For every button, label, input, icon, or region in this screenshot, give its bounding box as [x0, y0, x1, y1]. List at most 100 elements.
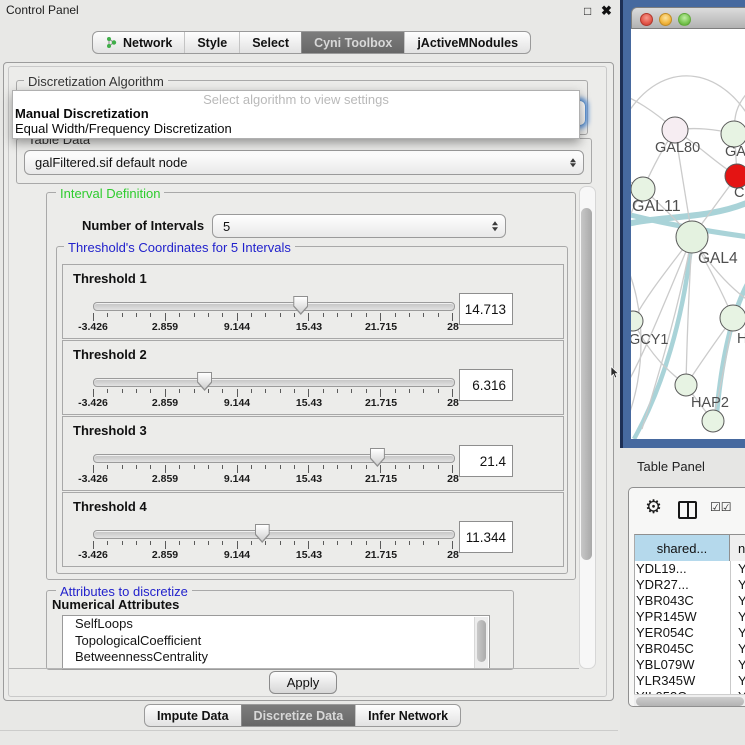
table-row[interactable]: YBL079WYBL0: [635, 657, 745, 673]
numerical-attributes-list[interactable]: SelfLoopsTopologicalCoefficientBetweenne…: [62, 615, 490, 670]
close-window-icon[interactable]: ✖: [601, 3, 612, 19]
network-node-label: GCY1: [631, 332, 669, 348]
threshold-panel: Threshold 2 -3.4262.8599.14415.4321.7152…: [62, 340, 564, 415]
threshold-value-field[interactable]: 6.316: [459, 369, 513, 401]
table-row[interactable]: YDL19...YDL1: [635, 561, 745, 577]
select-columns-checkboxes-icon[interactable]: ☑☑: [710, 500, 732, 514]
tab-infer-network[interactable]: Infer Network: [355, 705, 460, 726]
tab-impute-data[interactable]: Impute Data: [145, 705, 241, 726]
attributes-scrollbar-thumb[interactable]: [477, 620, 486, 662]
slider-track[interactable]: [93, 302, 455, 311]
threshold-value-field[interactable]: 14.713: [459, 293, 513, 325]
cell-shared-name[interactable]: YER054C: [635, 625, 731, 641]
number-of-intervals-combo[interactable]: 5: [212, 214, 506, 238]
threshold-value-field[interactable]: 21.4: [459, 445, 513, 477]
cell-name[interactable]: YBR0: [731, 593, 745, 609]
window-bottom-edge: [0, 730, 618, 731]
threshold-label: Threshold 2: [73, 347, 147, 362]
table-hscrollbar-thumb[interactable]: [636, 697, 744, 706]
column-header-name[interactable]: n: [730, 535, 745, 561]
cell-shared-name[interactable]: YBL079W: [635, 657, 731, 673]
table-row[interactable]: YBR043CYBR0: [635, 593, 745, 609]
cell-name[interactable]: YLR3: [731, 673, 745, 689]
slider-ticks: [93, 465, 453, 473]
mouse-cursor-icon: [610, 366, 620, 379]
tab-label: Network: [123, 36, 172, 50]
combo-arrows-icon: [570, 158, 576, 168]
cell-shared-name[interactable]: YDR27...: [635, 577, 731, 593]
thresholds-group-title: Threshold's Coordinates for 5 Intervals: [64, 240, 295, 255]
network-window-titlebar[interactable]: [631, 7, 745, 29]
network-node-hap2[interactable]: [675, 374, 697, 396]
network-node-label: GAL11: [632, 198, 681, 215]
cell-name[interactable]: YDR2: [731, 577, 745, 593]
algorithm-option-equal-width[interactable]: Equal Width/Frequency Discretization: [15, 121, 577, 136]
cell-name[interactable]: YDL1: [731, 561, 745, 577]
tab-discretize-data[interactable]: Discretize Data: [241, 705, 356, 726]
table-settings-gear-icon[interactable]: ⚙: [645, 496, 662, 519]
table-row[interactable]: YDR27...YDR2: [635, 577, 745, 593]
tab-style[interactable]: Style: [184, 32, 239, 53]
minimize-traffic-light-icon[interactable]: [659, 13, 672, 26]
slider-ticks: [93, 389, 453, 397]
tick-label: 15.43: [296, 397, 322, 409]
threshold-label: Threshold 3: [73, 423, 147, 438]
tab-label: Impute Data: [157, 709, 229, 723]
cell-name[interactable]: YPR1: [731, 609, 745, 625]
zoom-traffic-light-icon[interactable]: [678, 13, 691, 26]
network-edge[interactable]: [631, 76, 745, 121]
table-row[interactable]: YPR145WYPR1: [635, 609, 745, 625]
table-row[interactable]: YBR045CYBR0: [635, 641, 745, 657]
attributes-scrollbar-track[interactable]: [474, 617, 488, 668]
column-header-shared-name[interactable]: shared...: [635, 535, 730, 561]
tick-label: 28: [447, 321, 459, 333]
cell-name[interactable]: YBR0: [731, 641, 745, 657]
slider-track[interactable]: [93, 530, 455, 539]
cell-shared-name[interactable]: YDL19...: [635, 561, 731, 577]
close-traffic-light-icon[interactable]: [640, 13, 653, 26]
table-data-combo[interactable]: galFiltered.sif default node: [24, 150, 584, 175]
tab-network[interactable]: Network: [93, 32, 184, 53]
attribute-list-item[interactable]: TopologicalCoefficient: [63, 633, 489, 650]
network-node-label: H: [737, 331, 745, 347]
tab-cyni-toolbox[interactable]: Cyni Toolbox: [301, 32, 404, 53]
tick-label: 15.43: [296, 549, 322, 561]
control-panel-tabbar: Network StyleSelectCyni ToolboxjActiveMNo…: [92, 31, 531, 54]
slider-ticks: [93, 541, 453, 549]
tab-select[interactable]: Select: [239, 32, 301, 53]
tab-label: Discretize Data: [254, 709, 344, 723]
float-window-icon[interactable]: □: [584, 4, 591, 18]
network-node-gal4[interactable]: [676, 221, 708, 253]
tick-label: 2.859: [152, 549, 178, 561]
table-data-combo-value: galFiltered.sif default node: [35, 155, 187, 170]
table-row[interactable]: YLR345WYLR3: [635, 673, 745, 689]
tab-jactivemnodules[interactable]: jActiveMNodules: [404, 32, 530, 53]
panel-scrollbar-thumb[interactable]: [581, 208, 592, 560]
apply-button[interactable]: Apply: [269, 671, 337, 694]
table-row[interactable]: YER054CYER0: [635, 625, 745, 641]
cell-shared-name[interactable]: YPR145W: [635, 609, 731, 625]
threshold-value-field[interactable]: 11.344: [459, 521, 513, 553]
tick-label: 21.715: [365, 321, 397, 333]
split-columns-icon[interactable]: [678, 501, 697, 519]
slider-track[interactable]: [93, 378, 455, 387]
attribute-list-item[interactable]: BetweennessCentrality: [63, 649, 489, 666]
numerical-attributes-label: Numerical Attributes: [52, 597, 179, 612]
network-node-h[interactable]: [720, 305, 745, 331]
network-node-label: GAL80: [655, 140, 700, 156]
table-panel-card: ⚙ ☑☑ shared... n YDL19...YDL1YDR27...YDR…: [628, 487, 745, 707]
cell-shared-name[interactable]: YBR045C: [635, 641, 731, 657]
network-node[interactable]: [702, 410, 724, 432]
cell-shared-name[interactable]: YBR043C: [635, 593, 731, 609]
cyni-mode-tabbar: Impute Data Discretize Data Infer Network: [144, 704, 461, 727]
screen: Control Panel □ ✖ NetworkStyleSelectCyni…: [0, 0, 745, 745]
cell-shared-name[interactable]: YLR345W: [635, 673, 731, 689]
table-hscrollbar-track[interactable]: [634, 694, 745, 707]
cell-name[interactable]: YER0: [731, 625, 745, 641]
network-canvas[interactable]: GAL80GACGAL11GAL4GCY1HHAP2: [631, 29, 745, 439]
tick-label: 2.859: [152, 397, 178, 409]
slider-track[interactable]: [93, 454, 455, 463]
cell-name[interactable]: YBL0: [731, 657, 745, 673]
attribute-list-item[interactable]: SelfLoops: [63, 616, 489, 633]
algorithm-option-manual[interactable]: Manual Discretization: [15, 106, 577, 121]
